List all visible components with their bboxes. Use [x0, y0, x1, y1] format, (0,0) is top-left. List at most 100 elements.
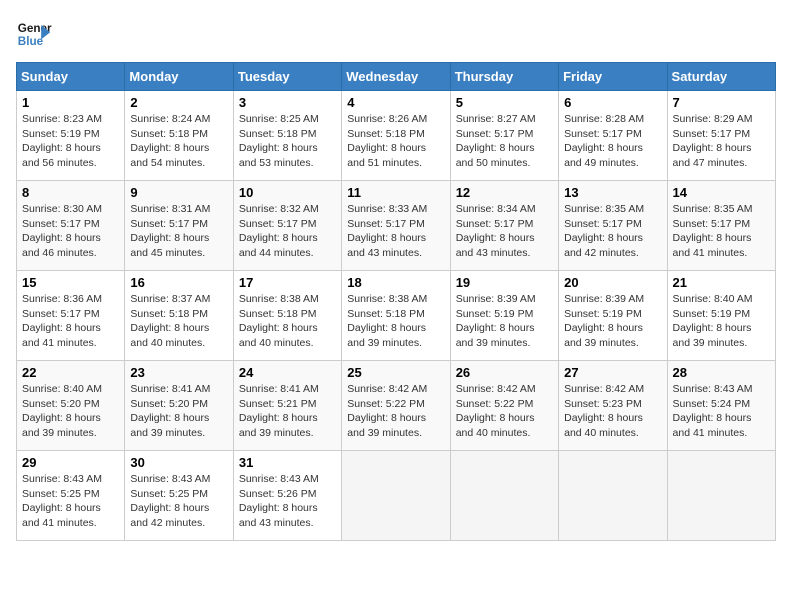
calendar-day: 3 Sunrise: 8:25 AMSunset: 5:18 PMDayligh…	[233, 91, 341, 181]
weekday-header-friday: Friday	[559, 63, 667, 91]
day-info: Sunrise: 8:24 AMSunset: 5:18 PMDaylight:…	[130, 113, 210, 169]
calendar-day: 14 Sunrise: 8:35 AMSunset: 5:17 PMDaylig…	[667, 181, 775, 271]
day-info: Sunrise: 8:39 AMSunset: 5:19 PMDaylight:…	[564, 293, 644, 349]
day-number: 2	[130, 95, 227, 110]
day-number: 31	[239, 455, 336, 470]
day-info: Sunrise: 8:40 AMSunset: 5:20 PMDaylight:…	[22, 383, 102, 439]
calendar-day: 28 Sunrise: 8:43 AMSunset: 5:24 PMDaylig…	[667, 361, 775, 451]
day-number: 26	[456, 365, 553, 380]
day-info: Sunrise: 8:35 AMSunset: 5:17 PMDaylight:…	[564, 203, 644, 259]
day-info: Sunrise: 8:43 AMSunset: 5:25 PMDaylight:…	[130, 473, 210, 529]
calendar-day: 2 Sunrise: 8:24 AMSunset: 5:18 PMDayligh…	[125, 91, 233, 181]
calendar-day: 12 Sunrise: 8:34 AMSunset: 5:17 PMDaylig…	[450, 181, 558, 271]
calendar-week-row: 15 Sunrise: 8:36 AMSunset: 5:17 PMDaylig…	[17, 271, 776, 361]
day-info: Sunrise: 8:33 AMSunset: 5:17 PMDaylight:…	[347, 203, 427, 259]
day-info: Sunrise: 8:42 AMSunset: 5:22 PMDaylight:…	[347, 383, 427, 439]
day-number: 19	[456, 275, 553, 290]
day-info: Sunrise: 8:26 AMSunset: 5:18 PMDaylight:…	[347, 113, 427, 169]
day-number: 20	[564, 275, 661, 290]
day-info: Sunrise: 8:34 AMSunset: 5:17 PMDaylight:…	[456, 203, 536, 259]
day-info: Sunrise: 8:42 AMSunset: 5:23 PMDaylight:…	[564, 383, 644, 439]
calendar-day-empty	[667, 451, 775, 541]
calendar-week-row: 8 Sunrise: 8:30 AMSunset: 5:17 PMDayligh…	[17, 181, 776, 271]
calendar-day: 31 Sunrise: 8:43 AMSunset: 5:26 PMDaylig…	[233, 451, 341, 541]
day-info: Sunrise: 8:35 AMSunset: 5:17 PMDaylight:…	[673, 203, 753, 259]
day-number: 23	[130, 365, 227, 380]
day-info: Sunrise: 8:38 AMSunset: 5:18 PMDaylight:…	[239, 293, 319, 349]
day-info: Sunrise: 8:41 AMSunset: 5:21 PMDaylight:…	[239, 383, 319, 439]
calendar-day: 25 Sunrise: 8:42 AMSunset: 5:22 PMDaylig…	[342, 361, 450, 451]
day-info: Sunrise: 8:23 AMSunset: 5:19 PMDaylight:…	[22, 113, 102, 169]
day-number: 30	[130, 455, 227, 470]
day-number: 4	[347, 95, 444, 110]
calendar-day-empty	[342, 451, 450, 541]
day-info: Sunrise: 8:36 AMSunset: 5:17 PMDaylight:…	[22, 293, 102, 349]
page-header: General Blue	[16, 16, 776, 52]
day-number: 7	[673, 95, 770, 110]
day-number: 14	[673, 185, 770, 200]
calendar-week-row: 29 Sunrise: 8:43 AMSunset: 5:25 PMDaylig…	[17, 451, 776, 541]
weekday-header-wednesday: Wednesday	[342, 63, 450, 91]
day-number: 1	[22, 95, 119, 110]
calendar-day: 15 Sunrise: 8:36 AMSunset: 5:17 PMDaylig…	[17, 271, 125, 361]
day-number: 22	[22, 365, 119, 380]
weekday-header-sunday: Sunday	[17, 63, 125, 91]
calendar-day: 24 Sunrise: 8:41 AMSunset: 5:21 PMDaylig…	[233, 361, 341, 451]
calendar-day: 8 Sunrise: 8:30 AMSunset: 5:17 PMDayligh…	[17, 181, 125, 271]
calendar-week-row: 22 Sunrise: 8:40 AMSunset: 5:20 PMDaylig…	[17, 361, 776, 451]
day-info: Sunrise: 8:31 AMSunset: 5:17 PMDaylight:…	[130, 203, 210, 259]
svg-text:Blue: Blue	[18, 35, 44, 48]
day-number: 12	[456, 185, 553, 200]
day-number: 5	[456, 95, 553, 110]
calendar-day: 16 Sunrise: 8:37 AMSunset: 5:18 PMDaylig…	[125, 271, 233, 361]
calendar-day: 9 Sunrise: 8:31 AMSunset: 5:17 PMDayligh…	[125, 181, 233, 271]
day-info: Sunrise: 8:41 AMSunset: 5:20 PMDaylight:…	[130, 383, 210, 439]
calendar-day: 22 Sunrise: 8:40 AMSunset: 5:20 PMDaylig…	[17, 361, 125, 451]
day-number: 16	[130, 275, 227, 290]
calendar-day: 4 Sunrise: 8:26 AMSunset: 5:18 PMDayligh…	[342, 91, 450, 181]
day-info: Sunrise: 8:43 AMSunset: 5:26 PMDaylight:…	[239, 473, 319, 529]
day-number: 24	[239, 365, 336, 380]
day-info: Sunrise: 8:32 AMSunset: 5:17 PMDaylight:…	[239, 203, 319, 259]
day-number: 17	[239, 275, 336, 290]
day-number: 18	[347, 275, 444, 290]
calendar-day: 5 Sunrise: 8:27 AMSunset: 5:17 PMDayligh…	[450, 91, 558, 181]
calendar-day: 20 Sunrise: 8:39 AMSunset: 5:19 PMDaylig…	[559, 271, 667, 361]
day-info: Sunrise: 8:39 AMSunset: 5:19 PMDaylight:…	[456, 293, 536, 349]
day-info: Sunrise: 8:29 AMSunset: 5:17 PMDaylight:…	[673, 113, 753, 169]
calendar-day: 11 Sunrise: 8:33 AMSunset: 5:17 PMDaylig…	[342, 181, 450, 271]
day-number: 13	[564, 185, 661, 200]
day-info: Sunrise: 8:28 AMSunset: 5:17 PMDaylight:…	[564, 113, 644, 169]
calendar-day: 13 Sunrise: 8:35 AMSunset: 5:17 PMDaylig…	[559, 181, 667, 271]
weekday-header-tuesday: Tuesday	[233, 63, 341, 91]
day-number: 25	[347, 365, 444, 380]
day-number: 15	[22, 275, 119, 290]
day-info: Sunrise: 8:25 AMSunset: 5:18 PMDaylight:…	[239, 113, 319, 169]
calendar-day: 1 Sunrise: 8:23 AMSunset: 5:19 PMDayligh…	[17, 91, 125, 181]
weekday-header-saturday: Saturday	[667, 63, 775, 91]
logo: General Blue	[16, 16, 52, 52]
day-info: Sunrise: 8:30 AMSunset: 5:17 PMDaylight:…	[22, 203, 102, 259]
calendar-day-empty	[559, 451, 667, 541]
day-info: Sunrise: 8:27 AMSunset: 5:17 PMDaylight:…	[456, 113, 536, 169]
day-info: Sunrise: 8:43 AMSunset: 5:25 PMDaylight:…	[22, 473, 102, 529]
day-number: 6	[564, 95, 661, 110]
calendar-week-row: 1 Sunrise: 8:23 AMSunset: 5:19 PMDayligh…	[17, 91, 776, 181]
calendar-day: 7 Sunrise: 8:29 AMSunset: 5:17 PMDayligh…	[667, 91, 775, 181]
day-number: 21	[673, 275, 770, 290]
day-info: Sunrise: 8:42 AMSunset: 5:22 PMDaylight:…	[456, 383, 536, 439]
calendar-table: SundayMondayTuesdayWednesdayThursdayFrid…	[16, 62, 776, 541]
day-info: Sunrise: 8:40 AMSunset: 5:19 PMDaylight:…	[673, 293, 753, 349]
day-number: 28	[673, 365, 770, 380]
calendar-day: 19 Sunrise: 8:39 AMSunset: 5:19 PMDaylig…	[450, 271, 558, 361]
weekday-header-monday: Monday	[125, 63, 233, 91]
calendar-day: 21 Sunrise: 8:40 AMSunset: 5:19 PMDaylig…	[667, 271, 775, 361]
calendar-day: 10 Sunrise: 8:32 AMSunset: 5:17 PMDaylig…	[233, 181, 341, 271]
logo-icon: General Blue	[16, 16, 52, 52]
calendar-day: 29 Sunrise: 8:43 AMSunset: 5:25 PMDaylig…	[17, 451, 125, 541]
calendar-day: 18 Sunrise: 8:38 AMSunset: 5:18 PMDaylig…	[342, 271, 450, 361]
day-number: 9	[130, 185, 227, 200]
day-number: 29	[22, 455, 119, 470]
calendar-day: 6 Sunrise: 8:28 AMSunset: 5:17 PMDayligh…	[559, 91, 667, 181]
calendar-header-row: SundayMondayTuesdayWednesdayThursdayFrid…	[17, 63, 776, 91]
